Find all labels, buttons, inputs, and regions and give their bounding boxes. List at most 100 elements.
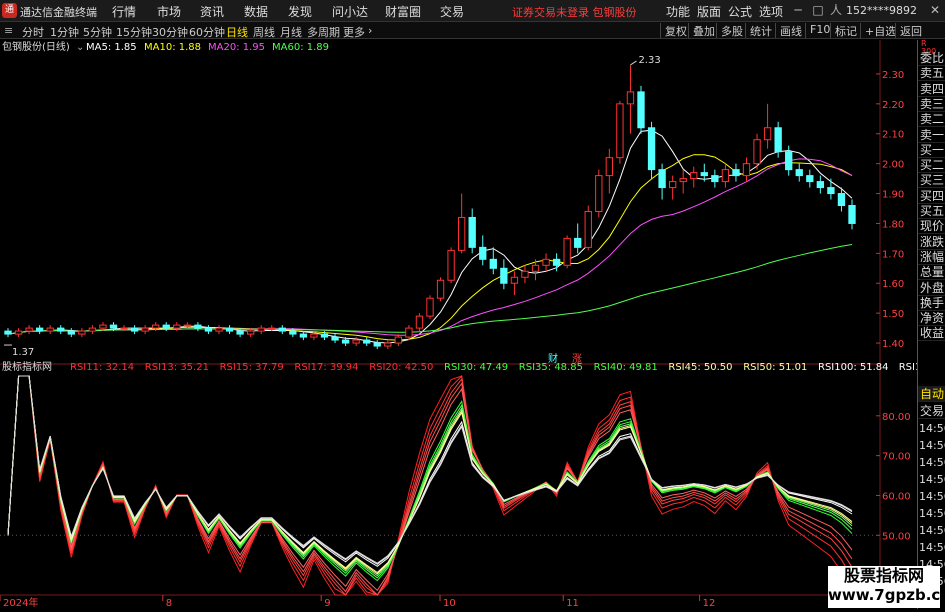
candle-body	[848, 205, 856, 224]
menu-news[interactable]: 资讯	[200, 3, 224, 20]
menu-toggle-icon[interactable]: ≡	[4, 24, 13, 37]
trade-status-warning[interactable]: 证券交易未登录 包钢股份	[512, 4, 637, 20]
rsi-label: RSI150: 52.67	[899, 362, 917, 373]
candle-body	[341, 339, 350, 344]
btn-draw[interactable]: 画线	[775, 23, 802, 38]
btn-mark[interactable]: 标记	[830, 23, 857, 38]
chevron-right-icon[interactable]: ›	[368, 24, 372, 37]
tab-30min[interactable]: 30分钟	[152, 24, 188, 40]
btn-overlay[interactable]: 叠加	[688, 23, 715, 38]
btn-multistock[interactable]: 多股	[716, 23, 743, 38]
rsi-axis-label: 60.00	[882, 491, 911, 502]
candle-body	[732, 169, 740, 177]
candle-body	[331, 336, 339, 341]
rsi-label: RSI13: 35.21	[145, 362, 209, 373]
candle-body	[215, 327, 223, 332]
menu-quotes[interactable]: 行情	[112, 3, 136, 20]
minimize-icon[interactable]: ─	[790, 2, 806, 18]
menu-market[interactable]: 市场	[157, 3, 181, 20]
price-axis-label: 1.70	[882, 249, 904, 260]
trade-time: 14:56	[919, 524, 945, 537]
rsi-label: RSI11: 32.14	[70, 362, 134, 373]
candle-body	[489, 258, 497, 269]
app-logo-icon: 通	[2, 3, 17, 18]
rsi-label: RSI45: 50.50	[668, 362, 732, 373]
candle-body	[626, 91, 635, 105]
candle-body	[647, 127, 656, 171]
candle-body	[310, 333, 318, 338]
tab-more[interactable]: 更多	[343, 24, 365, 40]
menu-layout[interactable]: 版面	[697, 3, 721, 20]
candle-body	[468, 216, 476, 248]
candle-body	[162, 324, 170, 329]
candle-body	[563, 237, 571, 266]
btn-back[interactable]: 返回	[895, 23, 922, 38]
candle-body	[500, 267, 508, 284]
btn-statistics[interactable]: 统计	[745, 23, 772, 38]
btn-adjust[interactable]: 复权	[660, 23, 687, 38]
tab-intraday[interactable]: 分时	[22, 24, 44, 40]
tab-15min[interactable]: 15分钟	[116, 24, 152, 40]
sidebar-tab[interactable]: 自动	[918, 386, 945, 402]
indicator-name: 股标指标网	[2, 360, 52, 373]
date-axis-label: 9	[324, 598, 330, 609]
trade-time: 14:56	[919, 490, 945, 503]
tab-multi-period[interactable]: 多周期	[307, 24, 340, 40]
btn-add-watchlist[interactable]: +自选	[860, 23, 896, 38]
sidebar-label: 净资	[918, 311, 945, 327]
menu-data[interactable]: 数据	[244, 3, 268, 20]
tab-60min[interactable]: 60分钟	[189, 24, 225, 40]
menu-options[interactable]: 选项	[759, 3, 783, 20]
candle-body	[795, 169, 803, 177]
sidebar-label: 卖三	[918, 96, 945, 112]
restore-icon[interactable]: □	[810, 2, 826, 18]
candle-body	[479, 246, 487, 260]
sidebar-tab[interactable]: 交易	[918, 403, 945, 419]
tab-daily[interactable]: 日线	[226, 24, 248, 40]
sidebar-label: 卖二	[918, 112, 945, 128]
tab-1min[interactable]: 1分钟	[50, 24, 79, 40]
menu-wealth[interactable]: 财富圈	[385, 3, 421, 20]
menu-trade[interactable]: 交易	[440, 3, 464, 20]
candle-body	[426, 297, 434, 317]
candle-body	[204, 327, 213, 332]
candle-body	[457, 216, 466, 251]
candle-body	[152, 324, 160, 329]
user-avatar-icon[interactable]: 人	[828, 2, 844, 18]
candle-body	[352, 339, 360, 344]
menu-function[interactable]: 功能	[666, 3, 690, 20]
rsi-line	[7, 375, 853, 574]
user-id[interactable]: 152****9892	[846, 4, 917, 17]
candle-body	[806, 175, 814, 183]
tab-weekly[interactable]: 周线	[253, 24, 275, 40]
rsi-label: RSI40: 49.81	[594, 362, 658, 373]
candle-body	[278, 327, 286, 332]
candle-body	[605, 157, 614, 177]
menu-discover[interactable]: 发现	[288, 3, 312, 20]
trade-time: 14:56	[919, 541, 945, 554]
sidebar-label: 涨跌	[918, 234, 945, 250]
sidebar-label: 卖四	[918, 81, 945, 97]
price-axis-label: 1.60	[882, 279, 904, 290]
ma-label: MA20: 1.95	[208, 42, 265, 53]
menu-wenxiaoda[interactable]: 问小达	[332, 3, 368, 20]
tab-5min[interactable]: 5分钟	[83, 24, 112, 40]
tab-monthly[interactable]: 月线	[280, 24, 302, 40]
title-bar: 通 通达信金融终端 行情 市场 资讯 数据 发现 问小达 财富圈 交易 证券交易…	[0, 0, 945, 22]
btn-f10[interactable]: F10	[805, 23, 830, 38]
candle-body	[447, 249, 455, 281]
menu-formula[interactable]: 公式	[728, 3, 752, 20]
sidebar-label: 总量	[918, 265, 945, 281]
rsi-axis-label: 50.00	[882, 531, 911, 542]
rsi-line	[7, 375, 853, 575]
candle-body	[246, 330, 255, 335]
sidebar-label: 现价	[918, 219, 945, 235]
candle-body	[194, 324, 202, 329]
chart-canvas[interactable]: 2.30 2.20 2.10 2.00 1.90 1.80 1.70 1.60 1.50 1.40…	[0, 40, 945, 609]
candle-body	[67, 330, 75, 335]
rsi-lines	[7, 374, 853, 596]
close-icon[interactable]: ✕	[927, 2, 943, 18]
date-axis-label: 10	[443, 598, 456, 609]
chart-area[interactable]: 2.30 2.20 2.10 2.00 1.90 1.80 1.70 1.60 1.50 1.40…	[0, 40, 945, 609]
rsi-label: RSI35: 48.85	[519, 362, 583, 373]
